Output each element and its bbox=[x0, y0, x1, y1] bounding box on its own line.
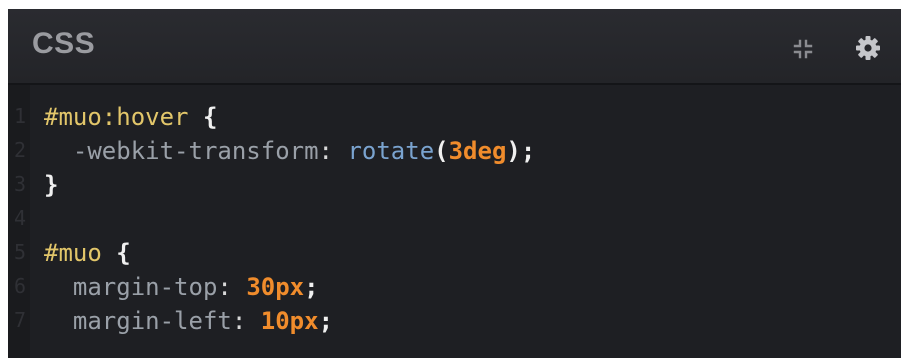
css-editor-panel: CSS 1 2 3 4 5 6 7 #muo:hover {-webkit-t… bbox=[8, 9, 901, 358]
code-line: -webkit-transform: rotate(3deg); bbox=[44, 134, 535, 168]
code-editor[interactable]: 1 2 3 4 5 6 7 #muo:hover { -webkit-trans… bbox=[8, 85, 901, 358]
line-number: 6 bbox=[13, 274, 26, 298]
semicolon: ; bbox=[520, 137, 536, 165]
code-line: #muo { bbox=[44, 236, 131, 270]
code-line: margin-top: 30px; bbox=[44, 270, 319, 304]
open-brace: { bbox=[116, 239, 131, 267]
colon: : bbox=[217, 273, 232, 301]
line-number: 7 bbox=[13, 308, 26, 332]
css-selector: #muo bbox=[44, 239, 102, 267]
open-brace: { bbox=[202, 103, 218, 131]
css-selector: #muo:hover bbox=[44, 103, 189, 131]
open-paren: ( bbox=[434, 137, 449, 165]
close-brace: } bbox=[44, 171, 59, 199]
css-value: 10px bbox=[260, 307, 319, 335]
line-number: 1 bbox=[13, 104, 26, 128]
css-value: 3deg bbox=[448, 137, 507, 165]
line-number: 3 bbox=[13, 172, 26, 196]
semicolon: ; bbox=[318, 307, 334, 335]
code-line: } bbox=[44, 168, 58, 202]
panel-header: CSS bbox=[8, 9, 901, 85]
css-property: -webkit-transform bbox=[72, 137, 319, 165]
expand-icon[interactable] bbox=[792, 38, 814, 60]
colon: : bbox=[231, 307, 247, 335]
panel-title: CSS bbox=[32, 27, 96, 60]
semicolon: ; bbox=[304, 273, 319, 301]
css-property: margin-left bbox=[72, 307, 232, 335]
line-number-gutter: 1 2 3 4 5 6 7 bbox=[8, 85, 30, 358]
close-paren: ) bbox=[506, 137, 521, 165]
css-function: rotate bbox=[347, 137, 435, 165]
code-line: margin-left: 10px; bbox=[44, 304, 333, 338]
colon: : bbox=[318, 137, 333, 165]
code-line: #muo:hover { bbox=[44, 100, 217, 134]
line-number: 4 bbox=[13, 206, 26, 230]
css-property: margin-top bbox=[72, 273, 218, 301]
line-number: 2 bbox=[13, 138, 26, 162]
css-value: 30px bbox=[246, 273, 305, 301]
gear-icon[interactable] bbox=[855, 35, 881, 61]
line-number: 5 bbox=[13, 240, 26, 264]
